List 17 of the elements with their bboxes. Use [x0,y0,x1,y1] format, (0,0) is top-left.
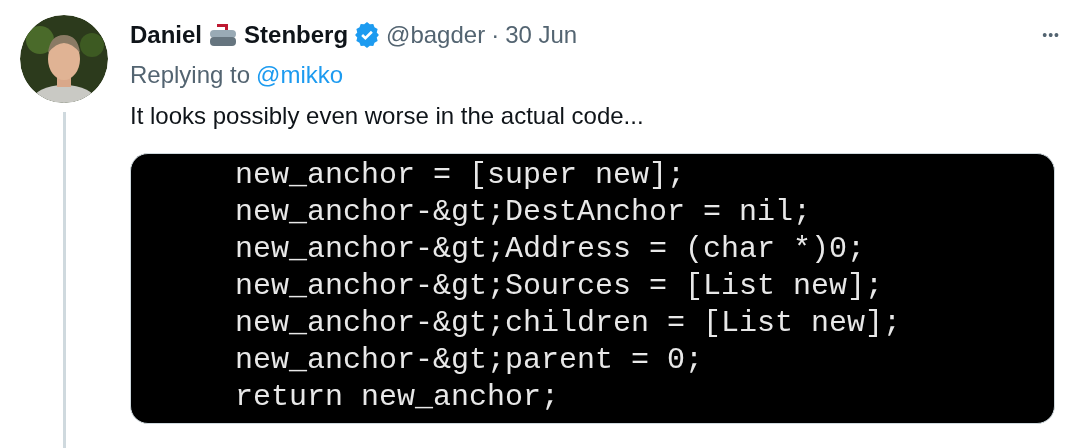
more-button[interactable]: ••• [1042,23,1060,47]
code-line: new_anchor = [super new]; [235,157,687,194]
code-line: new_anchor-&gt;parent = 0; [235,342,705,379]
code-image[interactable] [130,153,1055,424]
author-handle[interactable]: @bagder [386,21,486,49]
curling-stone-icon [208,22,239,48]
author-name[interactable]: Daniel [130,21,203,49]
code-line: new_anchor-&gt;Address = (char *)0; [235,231,867,268]
code-line: new_anchor-&gt;children = [List new]; [235,305,903,342]
tweet-text: It looks possibly even worse in the actual code... [130,101,645,131]
code-line: new_anchor-&gt;DestAnchor = nil; [235,194,813,231]
replying-label: Replying to [130,61,251,89]
code-line: new_anchor-&gt;Sources = [List new]; [235,268,885,305]
separator-dot: · [491,21,500,49]
author-name[interactable]: Stenberg [244,21,349,49]
tweet-date[interactable]: 30 Jun [505,21,578,49]
code-line: return new_anchor; [235,379,561,416]
